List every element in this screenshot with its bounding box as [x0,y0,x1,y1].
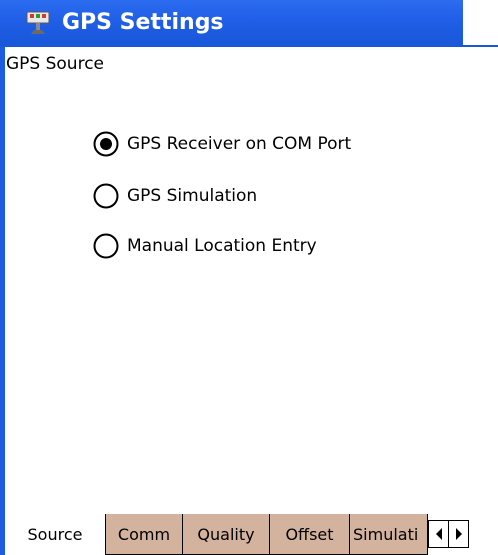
page-title: GPS Source [6,54,105,74]
triangle-right-icon [455,528,462,540]
radio-gps-simulation[interactable]: GPS Simulation [93,179,257,213]
tab-offset[interactable]: Offset [270,514,350,555]
title-bar-end [463,0,498,47]
tab-quality[interactable]: Quality [183,514,270,555]
tab-label: Comm [117,524,171,544]
tab-comm[interactable]: Comm [106,514,183,555]
tab-label: Quality [197,524,255,544]
radio-selected-icon [93,131,119,157]
gps-app-icon [24,9,52,37]
tab-scroll-right-button[interactable] [448,520,469,548]
window-left-border [0,0,5,555]
tab-label: Source [27,525,83,544]
radio-unselected-icon [93,183,119,209]
tab-scroll-left-button[interactable] [428,520,449,548]
radio-label: GPS Receiver on COM Port [127,134,352,154]
tab-source[interactable]: Source [5,514,106,555]
tab-label: Simulati [353,524,419,544]
title-bar: GPS Settings [0,0,463,47]
radio-unselected-icon [93,233,119,259]
radio-manual-location-entry[interactable]: Manual Location Entry [93,229,317,263]
tab-label: Offset [285,524,334,544]
tab-simulation[interactable]: Simulati [350,514,428,555]
window-title: GPS Settings [62,10,224,35]
triangle-left-icon [435,528,442,540]
radio-label: Manual Location Entry [127,236,317,256]
radio-gps-receiver-com-port[interactable]: GPS Receiver on COM Port [93,127,351,161]
radio-label: GPS Simulation [127,186,258,206]
